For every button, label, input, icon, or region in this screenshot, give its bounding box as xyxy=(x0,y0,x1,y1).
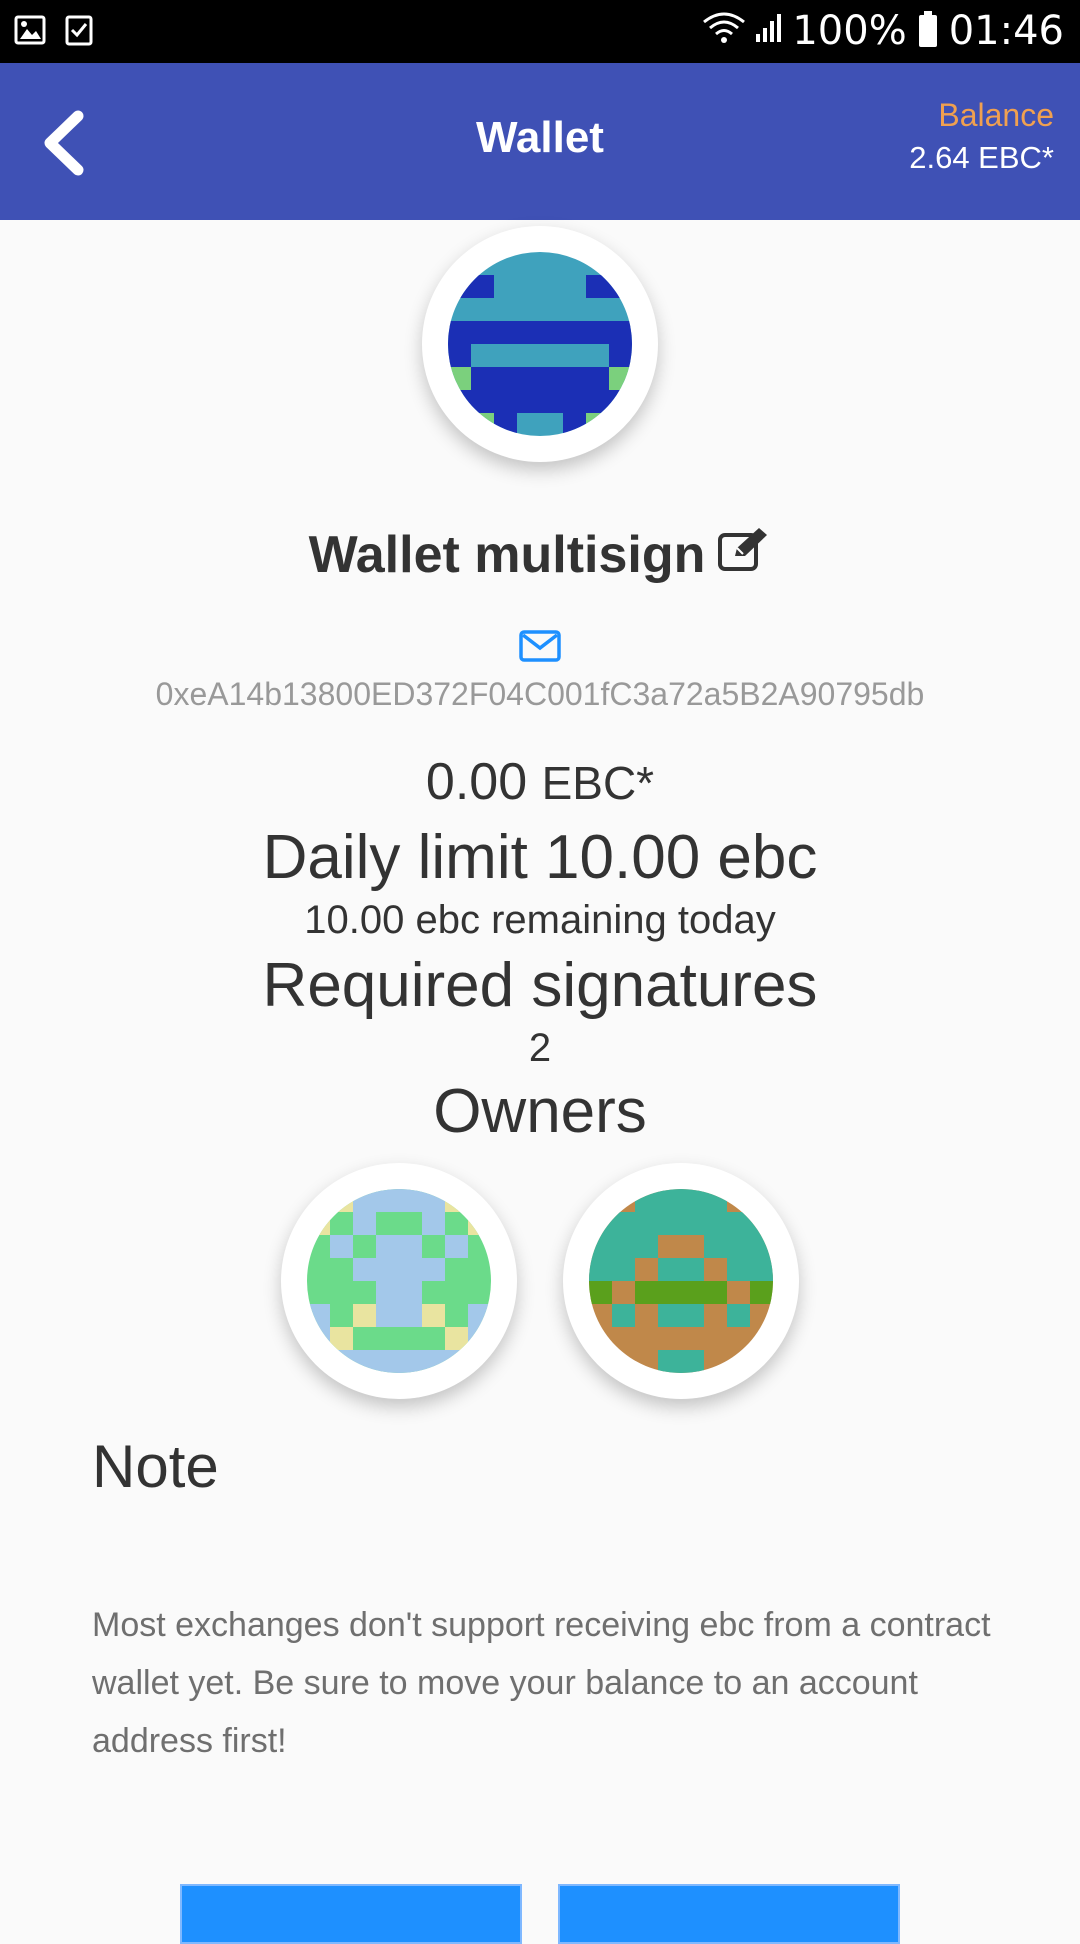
task-icon xyxy=(64,14,94,51)
battery-percent: 100% xyxy=(792,8,907,54)
status-bar: 100% 01:46 xyxy=(0,0,1080,63)
note-body: Most exchanges don't support receiving e… xyxy=(92,1606,991,1760)
battery-icon xyxy=(918,11,937,47)
owners-label: Owners xyxy=(433,1077,647,1146)
clock: 01:46 xyxy=(948,8,1064,54)
amount-unit: EBC* xyxy=(541,757,655,809)
required-signatures-label: Required signatures xyxy=(262,951,818,1020)
bottom-action-button[interactable] xyxy=(558,1884,900,1944)
image-icon xyxy=(14,14,46,51)
amount-value: 0.00 xyxy=(425,753,528,811)
address-mail-row xyxy=(0,630,1080,667)
wallet-identicon xyxy=(448,252,632,436)
app-bar: Wallet Balance 2.64 EBC* xyxy=(0,63,1080,220)
note-title: Note xyxy=(92,1433,219,1500)
wallet-avatar xyxy=(422,226,658,462)
envelope-icon[interactable] xyxy=(519,630,561,666)
owner-avatar[interactable] xyxy=(281,1163,517,1399)
edit-icon[interactable] xyxy=(717,525,771,585)
signal-icon xyxy=(754,8,784,54)
remaining-today: 10.00 ebc remaining today xyxy=(304,898,776,942)
balance-value: 2.64 EBC* xyxy=(909,140,1054,175)
balance-label: Balance xyxy=(938,97,1054,133)
balance-display: Balance 2.64 EBC* xyxy=(909,97,1054,176)
owner-identicon xyxy=(589,1189,773,1373)
wallet-amount: 0.00 EBC* xyxy=(0,752,1080,812)
wifi-icon xyxy=(702,8,746,54)
owner-avatar[interactable] xyxy=(563,1163,799,1399)
owner-identicon xyxy=(307,1189,491,1373)
bottom-action-button[interactable] xyxy=(180,1884,522,1944)
required-signatures-value: 2 xyxy=(528,1026,552,1070)
daily-limit: Daily limit 10.00 ebc xyxy=(262,823,818,892)
wallet-name: Wallet multisign xyxy=(308,526,706,584)
wallet-name-row: Wallet multisign xyxy=(0,525,1080,585)
wallet-address[interactable]: 0xeA14b13800ED372F04C001fC3a72a5B2A90795… xyxy=(0,676,1080,713)
